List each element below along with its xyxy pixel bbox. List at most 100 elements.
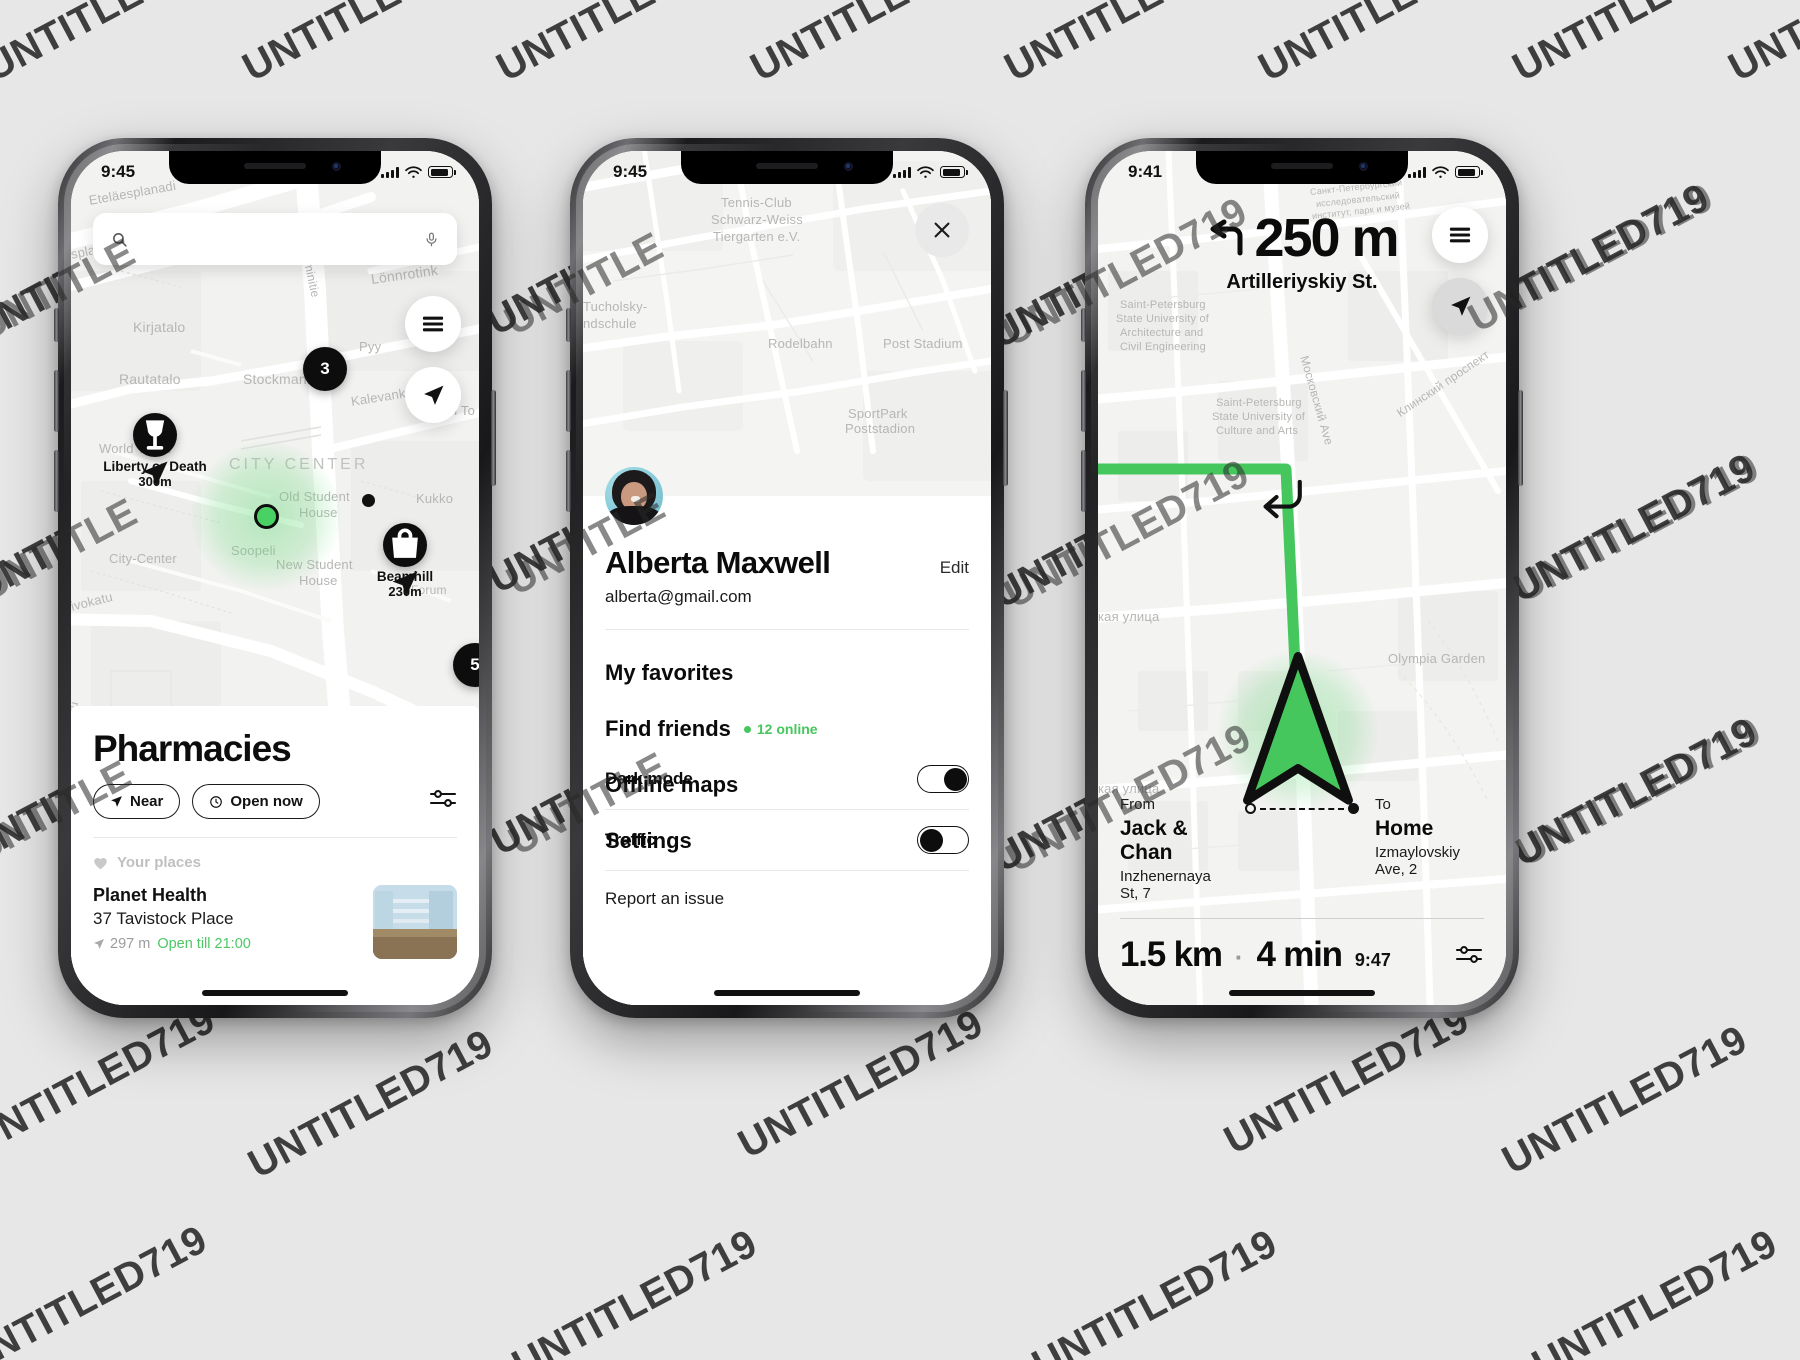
watermark: UNTITLE: [1251, 0, 1425, 90]
map-label: Saint-Petersburg: [1120, 299, 1206, 311]
turn-left-arrow-icon: [1263, 479, 1302, 519]
search-bar[interactable]: [93, 213, 457, 265]
earpiece-speaker: [756, 163, 818, 169]
earpiece-speaker: [244, 163, 306, 169]
volume-down-button[interactable]: [1081, 450, 1086, 512]
map-layers-button[interactable]: [405, 296, 461, 352]
watermark: UNTITLE: [1721, 0, 1800, 90]
origin-marker-icon: [1245, 803, 1256, 814]
map-label: Rodelbahn: [768, 336, 833, 351]
mute-switch[interactable]: [54, 308, 59, 342]
phone-device-3: Санкт-Петербургский исследовательский инст…: [1081, 138, 1523, 1018]
home-indicator[interactable]: [714, 990, 860, 996]
chip-open-now[interactable]: Open now: [192, 784, 320, 819]
filter-button[interactable]: [429, 788, 457, 815]
avatar[interactable]: [605, 467, 663, 525]
map-dot[interactable]: [362, 494, 375, 507]
power-button[interactable]: [1003, 390, 1008, 486]
home-indicator[interactable]: [1229, 990, 1375, 996]
toggle-knob: [943, 767, 967, 791]
phone-3-screen: Санкт-Петербургский исследовательский инст…: [1098, 151, 1506, 1005]
route-dashed-line: [1260, 807, 1344, 810]
dark-mode-toggle[interactable]: [917, 765, 969, 793]
place-thumbnail[interactable]: [373, 885, 457, 959]
volume-up-button[interactable]: [54, 370, 59, 432]
place-distance: 297 m: [93, 936, 150, 952]
watermark: UNTITLED719: [0, 997, 223, 1163]
map-recenter-button[interactable]: [1432, 278, 1488, 334]
report-issue-button[interactable]: Report an issue: [605, 889, 969, 909]
avatar-body: [608, 506, 660, 525]
volume-up-button[interactable]: [566, 370, 571, 432]
menu-item-my-favorites[interactable]: My favorites: [605, 660, 969, 686]
map-recenter-button[interactable]: [405, 367, 461, 423]
route-separator: ·: [1234, 942, 1244, 972]
place-distance-value: 297 m: [110, 936, 151, 952]
section-label: Your places: [117, 854, 201, 871]
origin-address: Inzhenernaya St, 7: [1120, 868, 1211, 902]
front-camera: [1359, 162, 1368, 171]
mute-switch[interactable]: [1081, 308, 1086, 342]
destination-name: Home: [1375, 817, 1434, 840]
menu-item-label: Find friends: [605, 716, 731, 741]
route-summary-row: 1.5 km · 4 min 9:47: [1120, 935, 1484, 975]
phone-device-2: Tennis-Club Schwarz-Weiss Tiergarten e.V. T…: [566, 138, 1008, 1018]
shopping-bag-icon: [392, 528, 418, 558]
route-settings-button[interactable]: [1454, 944, 1484, 971]
status-badge: 12 online: [743, 721, 818, 737]
map-label: Post Stadium: [883, 336, 963, 351]
menu-item-label: My favorites: [605, 660, 734, 685]
watermark: UNTITLE: [0, 0, 151, 90]
heart-icon: [94, 857, 107, 869]
navigation-arrow-icon: [392, 571, 418, 597]
place-card[interactable]: Planet Health 37 Tavistock Place 297 m O…: [93, 885, 457, 959]
map-label: Tennis-Club: [721, 195, 792, 210]
toggle-row-traffic: Traffic: [605, 810, 969, 870]
map-pin-cluster-3[interactable]: 3: [303, 347, 347, 391]
navigation-arrow-icon: [94, 939, 104, 949]
watermark: UNTITLED719: [731, 1001, 991, 1167]
map-pin-bar[interactable]: [133, 413, 177, 457]
volume-down-button[interactable]: [566, 450, 571, 512]
pharmacy-interior-photo: [373, 885, 457, 959]
chip-near[interactable]: Near: [93, 784, 181, 819]
mute-switch[interactable]: [566, 308, 571, 342]
close-button[interactable]: [915, 203, 969, 257]
traffic-toggle[interactable]: [917, 826, 969, 854]
volume-down-button[interactable]: [54, 450, 59, 512]
navigation-arrow-icon: [423, 385, 443, 405]
home-indicator[interactable]: [202, 990, 348, 996]
map-label: Saint-Petersburg: [1216, 397, 1302, 409]
map-label: Civil Engineering: [1120, 341, 1206, 353]
volume-up-button[interactable]: [1081, 370, 1086, 432]
power-button[interactable]: [491, 390, 496, 486]
watermark: UNTITLE: [743, 0, 917, 90]
bottom-sheet-pharmacies: Pharmacies Near Open now Your places Pla…: [71, 706, 479, 1005]
route-origin: From Jack & Chan Inzhenernaya St, 7: [1120, 796, 1229, 902]
map-pin-shop[interactable]: [383, 523, 427, 567]
watermark: UNTITLED719: [1217, 997, 1477, 1163]
phone-2-screen: Tennis-Club Schwarz-Weiss Tiergarten e.V. T…: [583, 151, 991, 1005]
watermark: UNTITLED719: [1509, 709, 1769, 875]
profile-name: Alberta Maxwell: [605, 545, 831, 580]
screenshot-root: UNTITLE UNTITLE UNTITLE UNTITLE UNTITLE …: [0, 0, 1800, 1360]
power-button[interactable]: [1518, 390, 1523, 486]
navigation-arrow-icon: [1450, 296, 1470, 316]
map-layers-button[interactable]: [1432, 207, 1488, 263]
route-distance: 1.5 km: [1120, 935, 1223, 974]
route-destination: To Home Izmaylovskiy Ave, 2: [1375, 796, 1484, 878]
map-label: Kukko: [416, 491, 454, 506]
map-label: Tucholsky-: [583, 299, 648, 314]
watermark: UNTITLED719: [1495, 1017, 1755, 1183]
search-input[interactable]: [128, 230, 424, 248]
chip-label: Open now: [230, 793, 303, 810]
route-arrival-time: 9:47: [1354, 950, 1391, 970]
watermark: UNTITLED719: [1525, 1221, 1785, 1360]
watermark: UNTITLE: [997, 0, 1171, 90]
menu-item-find-friends[interactable]: Find friends 12 online: [605, 716, 969, 742]
watermark: UNTITLE: [1505, 0, 1679, 90]
avatar-wrap[interactable]: [605, 467, 969, 525]
badge-label: 12 online: [756, 721, 818, 737]
microphone-icon[interactable]: [424, 230, 439, 249]
edit-profile-button[interactable]: Edit: [940, 558, 969, 578]
